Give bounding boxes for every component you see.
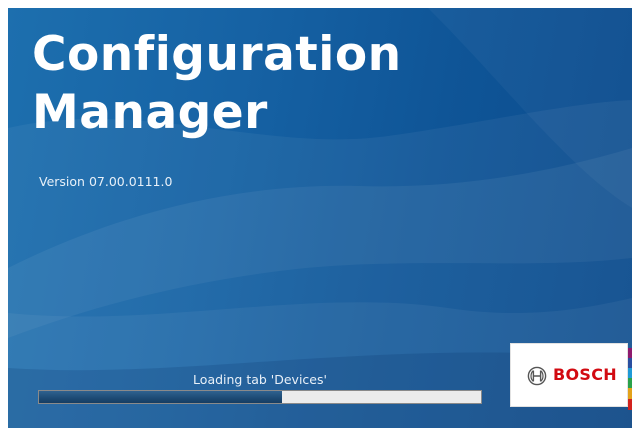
app-title: Configuration Manager [32,26,402,142]
splash-screen: Configuration Manager Version 07.00.0111… [8,8,632,428]
version-label: Version 07.00.0111.0 [39,174,173,189]
loading-status-text: Loading tab 'Devices' [193,372,327,387]
brand-color-strip [628,348,632,410]
bosch-logo: BOSCH [510,343,628,407]
bosch-armature-icon [527,366,547,386]
app-title-line-2: Manager [32,85,268,140]
loading-progress-bar [38,390,482,404]
app-title-line-1: Configuration [32,27,402,82]
bosch-logo-text: BOSCH [553,365,617,384]
loading-progress-fill [39,391,283,403]
